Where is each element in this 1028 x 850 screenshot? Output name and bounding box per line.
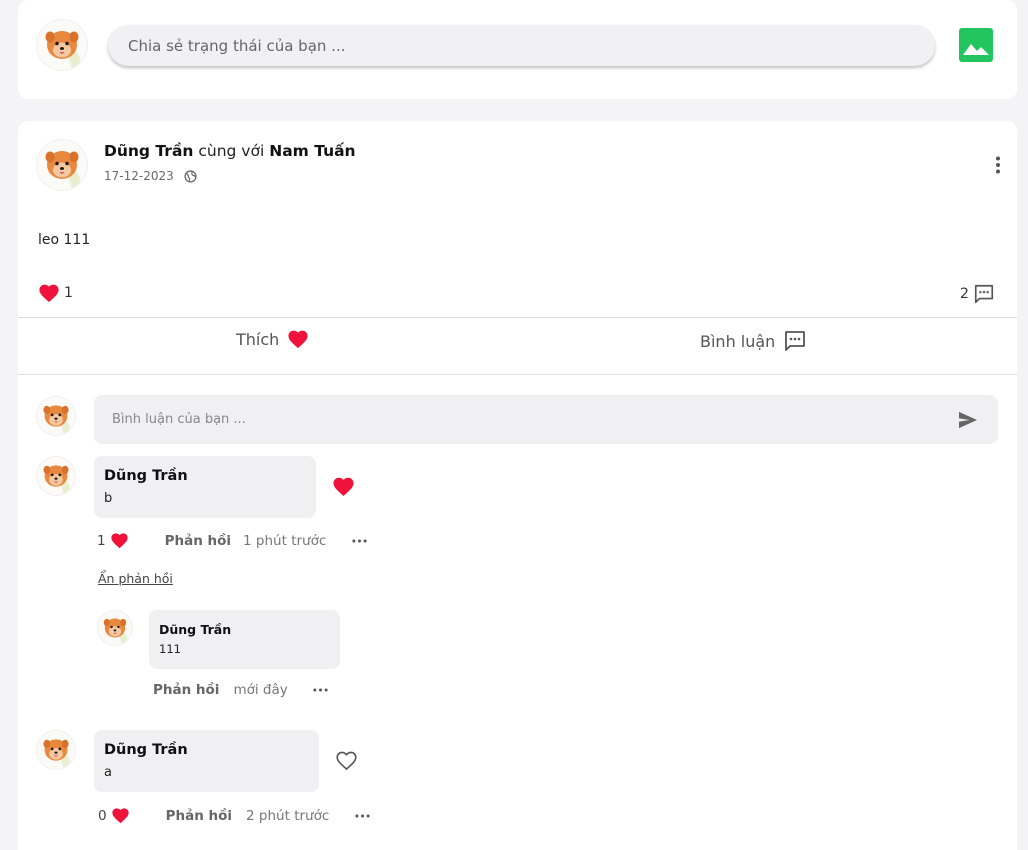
comment-bubble: Dũng Trần a <box>94 730 319 792</box>
like-count: 1 <box>64 285 73 301</box>
heart-icon <box>38 283 60 303</box>
heart-icon <box>332 476 355 497</box>
more-options-icon[interactable] <box>988 155 1008 175</box>
avatar[interactable] <box>37 20 87 70</box>
comment-like-number: 1 <box>97 532 106 549</box>
avatar[interactable] <box>98 611 132 645</box>
comment-like-button[interactable] <box>332 476 355 501</box>
send-icon[interactable] <box>958 411 978 429</box>
comment-text: b <box>104 491 113 506</box>
reply-author[interactable]: Dũng Trần <box>159 622 231 637</box>
heart-icon <box>287 329 309 349</box>
image-icon[interactable] <box>958 27 994 63</box>
comment-author[interactable]: Dũng Trần <box>104 742 188 758</box>
comment-like-number: 0 <box>98 807 107 824</box>
avatar[interactable] <box>37 397 75 435</box>
avatar[interactable] <box>37 457 75 495</box>
comment-count: 2 <box>960 286 969 302</box>
comment-button[interactable]: Bình luận <box>700 329 807 353</box>
comment-summary[interactable]: 2 <box>960 283 995 305</box>
like-label: Thích <box>236 329 280 349</box>
tagged-user-name[interactable]: Nam Tuấn <box>269 142 355 160</box>
comment-text: a <box>104 765 112 780</box>
comment-label: Bình luận <box>700 331 776 351</box>
reply-button[interactable]: Phản hồi <box>153 682 219 698</box>
more-dots-icon[interactable] <box>352 539 367 543</box>
reply-time: mới đây <box>233 682 288 698</box>
comment-like-count: 1 <box>97 532 129 549</box>
hide-replies-link[interactable]: Ẩn phản hồi <box>98 571 173 586</box>
post-meta: 17-12-2023 <box>104 169 197 183</box>
reply-text: 111 <box>159 642 181 656</box>
avatar[interactable] <box>37 140 87 190</box>
comment-icon <box>783 329 807 353</box>
post-author-line: Dũng Trần cùng với Nam Tuấn <box>104 142 356 160</box>
avatar[interactable] <box>37 731 75 769</box>
with-text: cùng với <box>198 142 265 160</box>
heart-icon <box>111 807 130 824</box>
globe-icon <box>184 169 197 183</box>
comment-time: 1 phút trước <box>243 532 327 549</box>
reply-actions: Phản hồi mới đây <box>153 682 328 698</box>
reply-bubble: Dũng Trần 111 <box>149 610 340 669</box>
comment-actions: 1 Phản hồi 1 phút trước <box>97 532 367 549</box>
like-button[interactable]: Thích <box>236 329 309 349</box>
reply-button[interactable]: Phản hồi <box>166 808 232 824</box>
post-text: leo 111 <box>38 232 91 248</box>
comment-bubble: Dũng Trần b <box>94 456 316 518</box>
heart-icon <box>110 532 129 549</box>
status-composer <box>18 0 1017 99</box>
post-author-name[interactable]: Dũng Trần <box>104 142 193 160</box>
comment-like-count: 0 <box>98 807 130 824</box>
post-date: 17-12-2023 <box>104 169 174 183</box>
comment-author[interactable]: Dũng Trần <box>104 468 188 484</box>
like-summary[interactable]: 1 <box>38 283 73 303</box>
more-dots-icon[interactable] <box>313 688 328 692</box>
heart-outline-icon <box>335 750 358 771</box>
comment-like-button[interactable] <box>335 750 358 775</box>
divider <box>18 317 1017 318</box>
divider <box>18 374 1017 375</box>
status-input[interactable] <box>108 25 935 66</box>
comment-icon <box>973 283 995 305</box>
comment-actions: 0 Phản hồi 2 phút trước <box>98 807 370 824</box>
post-card: Dũng Trần cùng với Nam Tuấn 17-12-2023 l… <box>18 121 1017 850</box>
comment-input-box <box>94 395 998 444</box>
reply-button[interactable]: Phản hồi <box>165 533 231 549</box>
comment-time: 2 phút trước <box>246 807 330 824</box>
more-dots-icon[interactable] <box>355 814 370 818</box>
comment-input[interactable] <box>94 395 944 444</box>
